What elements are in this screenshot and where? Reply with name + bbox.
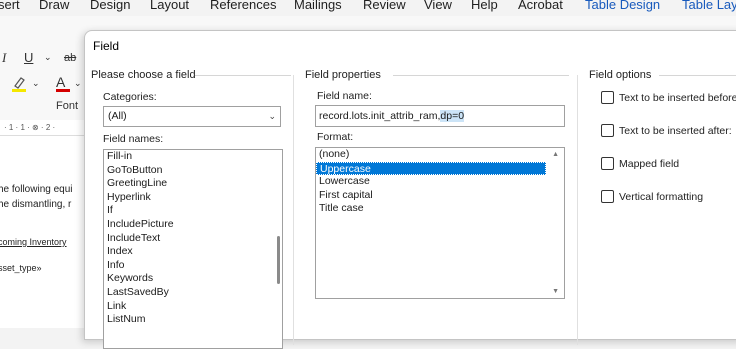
field-names-list[interactable]: Fill-in GoToButton GreetingLine Hyperlin… — [103, 149, 283, 349]
checkbox[interactable] — [601, 190, 614, 203]
tab-references[interactable]: References — [210, 0, 276, 12]
panel-separator — [577, 75, 578, 345]
panel-title: Field options — [589, 69, 652, 81]
font-color-button[interactable]: A — [56, 74, 70, 92]
tab-table-design[interactable]: Table Design — [585, 0, 660, 12]
panel-separator — [293, 75, 294, 345]
format-label-text: Format: — [317, 131, 354, 143]
list-item[interactable]: Hyperlink — [104, 191, 282, 205]
italic-button[interactable]: I — [2, 50, 6, 66]
panel-divider — [659, 75, 736, 76]
field-name-label: Field name: — [317, 90, 372, 102]
panel-divider — [393, 75, 569, 76]
scroll-up-icon[interactable]: ▲ — [552, 151, 559, 158]
list-item[interactable]: Title case — [316, 202, 546, 216]
option-text-before[interactable]: Text to be inserted before — [601, 91, 736, 104]
scrollbar-thumb[interactable] — [277, 236, 280, 284]
chevron-down-icon[interactable]: ⌄ — [32, 78, 40, 89]
option-label: Mapped field — [619, 158, 680, 170]
categories-label: Categories: — [103, 91, 157, 103]
chevron-down-icon[interactable]: ⌄ — [268, 107, 276, 126]
list-item[interactable]: First capital — [316, 189, 546, 203]
tab-review[interactable]: Review — [363, 0, 406, 12]
option-vertical-formatting[interactable]: Vertical formatting — [601, 190, 703, 203]
list-item[interactable]: GreetingLine — [104, 177, 282, 191]
ribbon-tab-bar: sert Draw Design Layout References Maili… — [0, 0, 736, 16]
checkbox[interactable] — [601, 124, 614, 137]
list-item[interactable]: Lowercase — [316, 175, 546, 189]
tab-insert[interactable]: sert — [0, 0, 20, 12]
categories-select[interactable]: (All) ⌄ — [103, 106, 281, 127]
document-text-line: he following equi — [0, 184, 73, 195]
panel-divider — [195, 75, 291, 76]
categories-label-text: Categories: — [103, 91, 157, 103]
option-text-after[interactable]: Text to be inserted after: — [601, 124, 732, 137]
chevron-down-icon[interactable]: ⌄ — [44, 52, 52, 63]
field-name-text: record.lots.init_attrib_ram, — [319, 110, 441, 122]
list-item[interactable]: Fill-in — [104, 150, 282, 164]
tab-mailings[interactable]: Mailings — [294, 0, 342, 12]
document-text-line: he dismantling, r — [0, 199, 72, 210]
option-label: Vertical formatting — [619, 191, 704, 203]
tab-help[interactable]: Help — [471, 0, 498, 12]
field-options-panel: Field options — [589, 69, 736, 349]
list-item[interactable]: Link — [104, 300, 282, 314]
list-item[interactable]: (none) — [316, 148, 546, 162]
option-label: Text to be inserted before — [619, 92, 736, 104]
field-name-input[interactable]: record.lots.init_attrib_ram,dp=0 — [315, 105, 565, 127]
field-name-label-text: Field name: — [317, 90, 372, 102]
tab-draw[interactable]: Draw — [39, 0, 69, 12]
highlighter-icon[interactable] — [12, 76, 26, 95]
list-item-selected[interactable]: Uppercase — [316, 161, 546, 176]
underline-button[interactable]: U — [24, 50, 33, 65]
merge-field: sset_type» — [0, 263, 42, 273]
field-names-label: Field names: — [103, 133, 163, 145]
list-item[interactable]: Keywords — [104, 272, 282, 286]
list-item[interactable]: LastSavedBy — [104, 286, 282, 300]
list-item[interactable]: IncludePicture — [104, 218, 282, 232]
list-item[interactable]: Index — [104, 245, 282, 259]
list-item[interactable]: IncludeText — [104, 232, 282, 246]
tab-layout[interactable]: Layout — [150, 0, 189, 12]
document-page[interactable]: he following equi he dismantling, r comi… — [0, 136, 84, 328]
panel-title: Field properties — [305, 69, 381, 81]
font-group-label: Font — [56, 100, 79, 112]
list-item[interactable]: ListNum — [104, 313, 282, 327]
panel-title: Please choose a field — [91, 69, 196, 81]
option-mapped-field[interactable]: Mapped field — [601, 157, 679, 170]
ruler: · 1 · 1 · ⊗ · 2 · — [0, 120, 84, 136]
dialog-title: Field — [93, 39, 120, 53]
tab-view[interactable]: View — [424, 0, 452, 12]
tab-design[interactable]: Design — [90, 0, 130, 12]
document-heading: coming Inventory — [0, 237, 67, 247]
checkbox[interactable] — [601, 157, 614, 170]
categories-value: (All) — [108, 110, 127, 122]
checkbox[interactable] — [601, 91, 614, 104]
format-label: Format: — [317, 131, 353, 143]
field-dialog: Field Please choose a field Categories: … — [84, 30, 736, 349]
list-item[interactable]: GoToButton — [104, 164, 282, 178]
field-names-label-text: Field names: — [103, 133, 164, 145]
field-name-selection: dp=0 — [440, 110, 465, 122]
scroll-down-icon[interactable]: ▼ — [552, 288, 559, 295]
list-item[interactable]: If — [104, 204, 282, 218]
list-item[interactable]: Info — [104, 259, 282, 273]
tab-table-layout[interactable]: Table Lay — [682, 0, 736, 12]
format-list[interactable]: (none) Uppercase Lowercase First capital… — [315, 147, 565, 299]
strikethrough-button[interactable]: ab — [64, 52, 76, 64]
font-color-glyph: A — [56, 74, 66, 90]
chevron-down-icon[interactable]: ⌄ — [74, 78, 82, 89]
tab-acrobat[interactable]: Acrobat — [518, 0, 563, 12]
option-label: Text to be inserted after: — [619, 125, 732, 137]
